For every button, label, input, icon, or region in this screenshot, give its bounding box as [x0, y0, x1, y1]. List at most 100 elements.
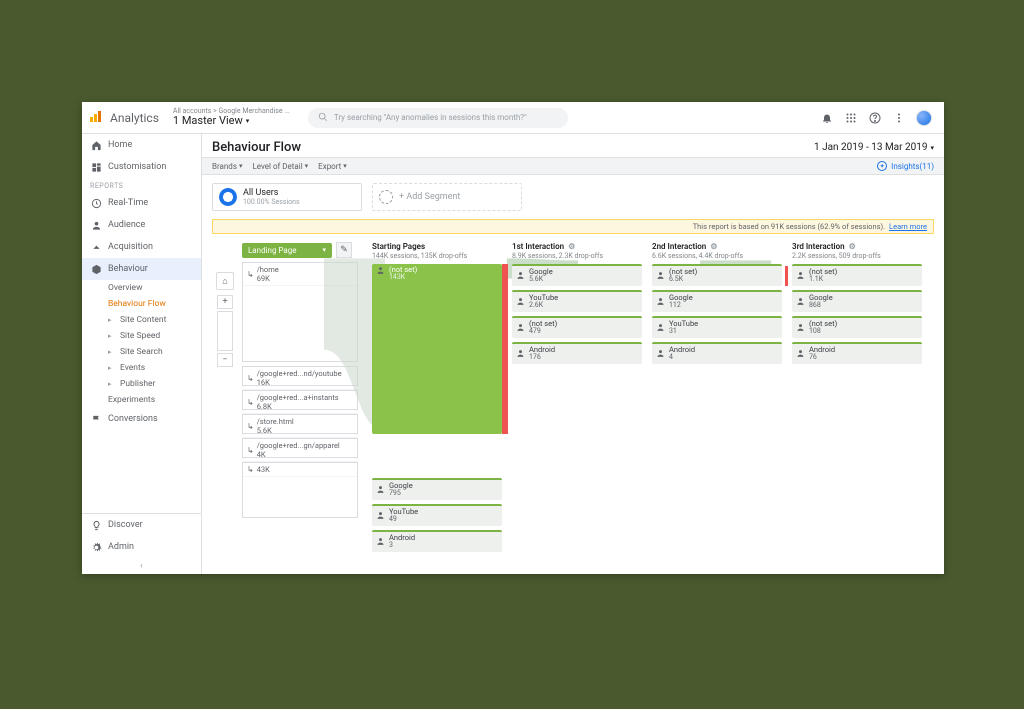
subitem-events[interactable]: ▸Events [104, 360, 201, 376]
column-header: 2nd Interaction ⚙ [652, 242, 782, 251]
flow-node[interactable]: (not set)479 [512, 316, 642, 338]
dropoff-bar [502, 264, 508, 434]
user-icon [90, 219, 102, 231]
search-input[interactable]: Try searching "Any anomalies in sessions… [308, 108, 568, 128]
flow-col-int1: 1st Interaction ⚙ 8.9K sessions, 2.3K dr… [512, 242, 642, 364]
sidebar-item-acquisition[interactable]: Acquisition [82, 236, 201, 258]
gear-icon [90, 541, 102, 553]
sidebar-label: Behaviour [108, 264, 148, 274]
sidebar-item-behaviour[interactable]: Behaviour [82, 258, 201, 280]
flow-col-landing: Landing Page ▾ ✎ ↳ /home69K [242, 242, 362, 518]
page-header: Behaviour Flow 1 Jan 2019 - 13 Mar 2019 … [202, 134, 944, 157]
learn-more-link[interactable]: Learn more [889, 222, 927, 231]
flow-col-int2: 2nd Interaction ⚙ 6.6K sessions, 4.4K dr… [652, 242, 782, 364]
flow-node[interactable]: YouTube49 [372, 504, 502, 526]
landing-page-node[interactable]: ↳ /google+red...gn/apparel4K [242, 438, 358, 458]
person-icon [656, 349, 665, 358]
chevron-down-icon: ▾ [305, 162, 309, 170]
column-settings-icon[interactable]: ⚙ [849, 242, 856, 251]
flow-node[interactable]: YouTube31 [652, 316, 782, 338]
subitem-behaviour-flow[interactable]: Behaviour Flow [104, 296, 201, 312]
segment-all-users[interactable]: All Users 100.00% Sessions [212, 183, 362, 211]
zoom-home-button[interactable]: ⌂ [216, 272, 234, 290]
flow-node[interactable]: (not set)6.5K [652, 264, 782, 286]
arrow-icon: ↳ [247, 465, 254, 474]
sidebar-label: Home [108, 140, 132, 150]
add-segment-button[interactable]: + Add Segment [372, 183, 522, 211]
bulb-icon [90, 519, 102, 531]
person-icon [376, 485, 385, 494]
flow-node[interactable]: Google5.6K [512, 264, 642, 286]
subitem-experiments[interactable]: Experiments [104, 392, 201, 408]
landing-page-node[interactable]: ↳ /google+red...a+instants6.8K [242, 390, 358, 410]
more-vert-icon[interactable] [892, 111, 906, 125]
arrow-icon: ↳ [247, 398, 254, 407]
sidebar-item-customisation[interactable]: Customisation [82, 156, 201, 178]
subitem-overview[interactable]: Overview [104, 280, 201, 296]
home-icon [90, 139, 102, 151]
sidebar-item-conversions[interactable]: Conversions [82, 408, 201, 430]
search-icon [318, 112, 328, 124]
landing-page-node[interactable]: ↳ /home69K [242, 262, 358, 362]
toolbar-export[interactable]: Export▾ [318, 162, 347, 171]
flow-node[interactable]: Android3 [372, 530, 502, 552]
zoom-out-button[interactable]: − [217, 353, 233, 367]
toolbar-brands[interactable]: Brands▾ [212, 162, 242, 171]
flow-node[interactable]: Google795 [372, 478, 502, 500]
flow-node[interactable]: Android176 [512, 342, 642, 364]
arrow-icon: ↳ [247, 422, 254, 431]
sidebar-item-realtime[interactable]: Real-Time [82, 192, 201, 214]
chevron-down-icon: ▾ [322, 246, 326, 254]
person-icon [376, 266, 385, 275]
column-settings-icon[interactable]: ⚙ [710, 242, 717, 251]
report-toolbar: Brands▾ Level of Detail▾ Export▾ ✦ Insig… [202, 157, 944, 175]
apps-grid-icon[interactable] [844, 111, 858, 125]
sidebar-item-admin[interactable]: Admin [82, 536, 201, 558]
behaviour-submenu: Overview Behaviour Flow ▸Site Content ▸S… [82, 280, 201, 408]
flow-node[interactable]: (not set)108 [792, 316, 922, 338]
brand-name: Analytics [110, 111, 159, 125]
dimension-select[interactable]: Landing Page ▾ [242, 243, 332, 258]
sidebar-label: Discover [108, 520, 143, 530]
subitem-site-search[interactable]: ▸Site Search [104, 344, 201, 360]
toolbar-level[interactable]: Level of Detail▾ [252, 162, 308, 171]
user-avatar[interactable] [916, 110, 932, 126]
sidebar-collapse-button[interactable]: ‹ [82, 558, 201, 574]
top-icons [820, 110, 936, 126]
arrow-icon: ↳ [247, 374, 254, 383]
landing-page-node[interactable]: ↳ 43K [242, 462, 358, 518]
flow-node[interactable]: Google112 [652, 290, 782, 312]
account-view-picker[interactable]: All accounts > Google Merchandise ... 1 … [173, 108, 290, 128]
sidebar-item-audience[interactable]: Audience [82, 214, 201, 236]
flow-node[interactable]: (not set)143K [372, 264, 502, 434]
subitem-site-content[interactable]: ▸Site Content [104, 312, 201, 328]
subitem-publisher[interactable]: ▸Publisher [104, 376, 201, 392]
person-icon [656, 323, 665, 332]
insights-link[interactable]: Insights(11) [891, 162, 934, 171]
column-subheader: 8.9K sessions, 2.3K drop-offs [512, 252, 642, 260]
flow-node[interactable]: YouTube2.6K [512, 290, 642, 312]
flow-area[interactable]: ⌂ + − Landing Page ▾ ✎ [202, 238, 944, 574]
sidebar-item-discover[interactable]: Discover [82, 514, 201, 536]
person-icon [516, 297, 525, 306]
flow-node[interactable]: Google868 [792, 290, 922, 312]
landing-page-node[interactable]: ↳ /store.html5.6K [242, 414, 358, 434]
person-icon [516, 323, 525, 332]
flow-node[interactable]: (not set)1.1K [792, 264, 922, 286]
flow-node[interactable]: Android76 [792, 342, 922, 364]
help-icon[interactable] [868, 111, 882, 125]
arrow-icon: ↳ [247, 270, 254, 279]
cube-icon [90, 263, 102, 275]
zoom-track[interactable] [217, 311, 233, 351]
landing-page-node[interactable]: ↳ /google+red...nd/youtube16K [242, 366, 358, 386]
sidebar-item-home[interactable]: Home [82, 134, 201, 156]
dimension-settings-button[interactable]: ✎ [336, 242, 352, 258]
subitem-site-speed[interactable]: ▸Site Speed [104, 328, 201, 344]
date-range-picker[interactable]: 1 Jan 2019 - 13 Mar 2019 ▾ [814, 142, 934, 153]
zoom-in-button[interactable]: + [217, 295, 233, 309]
notifications-icon[interactable] [820, 111, 834, 125]
column-settings-icon[interactable]: ⚙ [568, 242, 575, 251]
flow-node[interactable]: Android4 [652, 342, 782, 364]
caret-icon: ▸ [108, 316, 114, 324]
person-icon [796, 323, 805, 332]
